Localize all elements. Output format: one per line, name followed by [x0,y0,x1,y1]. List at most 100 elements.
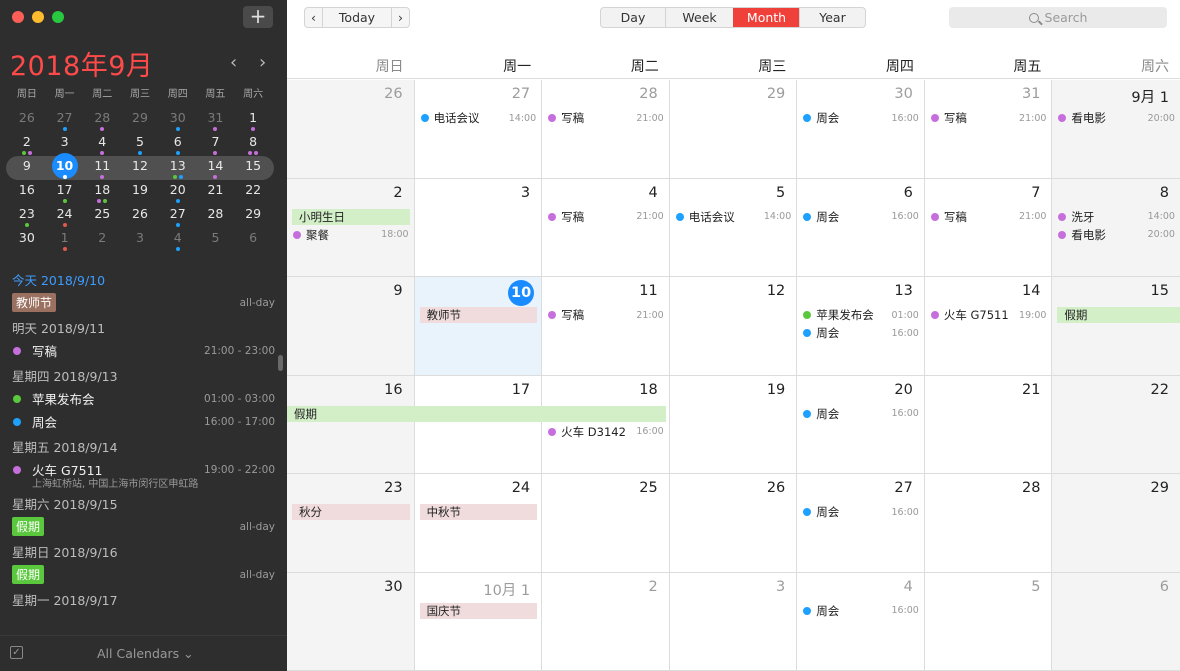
mini-day[interactable]: 12 [121,156,159,180]
day-cell[interactable]: 4 周会 16:00 [797,572,925,671]
close-window-icon[interactable] [12,11,24,23]
day-cell[interactable]: 2 [542,572,670,671]
day-cell[interactable]: 4 写稿 21:00 [542,178,670,277]
mini-day[interactable]: 30 [8,228,46,252]
checkbox-icon[interactable]: ✓ [10,646,23,659]
mini-next-month-button[interactable]: › [259,52,266,73]
mini-day[interactable]: 15 [234,156,272,180]
timed-event[interactable]: 聚餐 18:00 [293,227,409,243]
timed-event[interactable]: 电话会议 14:00 [420,110,536,126]
day-cell[interactable]: 19 [669,375,798,474]
mini-day[interactable]: 18 [83,180,121,204]
day-cell[interactable]: 27 周会 16:00 [797,474,925,573]
mini-day[interactable]: 27 [46,108,84,132]
timed-event[interactable]: 周会 16:00 [803,325,919,341]
mini-day[interactable]: 5 [121,132,159,156]
day-cell[interactable]: 6 [1052,572,1180,671]
view-day-button[interactable]: Day [601,8,665,27]
timed-event[interactable]: 周会 16:00 [803,406,919,422]
all-day-event[interactable]: 假期 [287,405,666,422]
timed-event[interactable]: 苹果发布会 01:00 [803,307,919,323]
mini-day[interactable]: 4 [159,228,197,252]
mini-day[interactable]: 6 [234,228,272,252]
day-cell[interactable]: 24 中秋节 [414,474,543,573]
timed-event[interactable]: 看电影 20:00 [1058,110,1175,126]
day-cell[interactable]: 10 教师节 [414,277,543,376]
mini-day[interactable]: 10 [46,153,84,180]
upcoming-event[interactable]: 周会 16:00 - 17:00 [12,410,275,433]
day-cell[interactable]: 16 假期 [287,375,666,474]
timed-event[interactable]: 周会 16:00 [803,209,919,225]
mini-day[interactable]: 31 [197,108,235,132]
day-cell[interactable]: 23 秋分 [287,474,415,573]
timed-event[interactable]: 写稿 21:00 [548,307,664,323]
mini-day[interactable]: 9 [8,156,46,180]
minimize-window-icon[interactable] [32,11,44,23]
day-cell[interactable]: 9 [287,277,415,376]
all-calendars-menu[interactable]: All Calendars ⌄ [97,646,194,661]
mini-day[interactable]: 29 [234,204,272,228]
upcoming-event[interactable]: 写稿 21:00 - 23:00 [12,339,275,362]
mini-day[interactable]: 26 [8,108,46,132]
view-year-button[interactable]: Year [799,8,865,27]
mini-day[interactable]: 24 [46,204,84,228]
day-cell[interactable]: 26 [669,474,798,573]
day-cell[interactable]: 14 火车 G7511 19:00 [924,277,1053,376]
day-cell[interactable]: 27 电话会议 14:00 [414,80,543,179]
upcoming-event[interactable]: 苹果发布会 01:00 - 03:00 [12,387,275,410]
day-cell[interactable]: 21 [924,375,1053,474]
day-cell[interactable]: 5 电话会议 14:00 [669,178,798,277]
mini-day[interactable]: 29 [121,108,159,132]
day-cell[interactable]: 30 [287,572,415,671]
timed-event[interactable]: 周会 16:00 [803,110,919,126]
search-field[interactable]: Search [949,7,1167,28]
day-cell[interactable]: 30 周会 16:00 [797,80,925,179]
mini-prev-month-button[interactable]: ‹ [230,52,237,73]
mini-day[interactable]: 20 [159,180,197,204]
mini-day[interactable]: 25 [83,204,121,228]
mini-day[interactable]: 7 [197,132,235,156]
day-cell[interactable]: 29 [669,80,798,179]
day-cell[interactable]: 11 写稿 21:00 [542,277,670,376]
timed-event[interactable]: 写稿 21:00 [930,209,1046,225]
day-cell[interactable]: 29 [1052,474,1180,573]
day-cell[interactable]: 8 洗牙 14:00 看电影 20:00 [1052,178,1180,277]
timed-event[interactable]: 写稿 21:00 [930,110,1046,126]
day-cell[interactable]: 26 [287,80,415,179]
day-cell[interactable]: 13 苹果发布会 01:00 周会 16:00 [797,277,925,376]
mini-day[interactable]: 28 [197,204,235,228]
day-cell[interactable]: 31 写稿 21:00 [924,80,1053,179]
upcoming-event[interactable]: 假期 all-day [12,563,275,586]
mini-day[interactable]: 14 [197,156,235,180]
day-cell[interactable]: 3 [414,178,543,277]
today-button[interactable]: Today [323,8,391,27]
zoom-window-icon[interactable] [52,11,64,23]
mini-day[interactable]: 13 [159,156,197,180]
prev-period-button[interactable]: ‹ [305,8,323,27]
day-cell[interactable]: 2 小明生日 聚餐 18:00 [287,178,415,277]
day-cell[interactable]: 3 [669,572,798,671]
mini-day[interactable]: 26 [121,204,159,228]
timed-event[interactable]: 电话会议 14:00 [675,209,791,225]
mini-day[interactable]: 23 [8,204,46,228]
all-day-event[interactable]: 小明生日 [292,208,410,225]
timed-event[interactable]: 写稿 21:00 [548,209,664,225]
mini-day[interactable]: 19 [121,180,159,204]
mini-day[interactable]: 11 [83,156,121,180]
timed-event[interactable]: 写稿 21:00 [548,110,664,126]
mini-day[interactable]: 8 [234,132,272,156]
timed-event[interactable]: 周会 16:00 [803,603,919,619]
all-day-event[interactable]: 国庆节 [419,602,538,619]
mini-day[interactable]: 17 [46,180,84,204]
next-period-button[interactable]: › [391,8,409,27]
mini-day[interactable]: 3 [121,228,159,252]
mini-day[interactable]: 1 [234,108,272,132]
day-cell[interactable]: 12 [669,277,798,376]
day-cell[interactable]: 10月 1 国庆节 [414,572,543,671]
view-week-button[interactable]: Week [665,8,733,27]
timed-event[interactable]: 周会 16:00 [803,504,919,520]
mini-day[interactable]: 16 [8,180,46,204]
day-cell[interactable]: 28 [924,474,1053,573]
day-cell[interactable]: 28 写稿 21:00 [542,80,670,179]
day-cell[interactable]: 15 假期 [1052,277,1180,376]
